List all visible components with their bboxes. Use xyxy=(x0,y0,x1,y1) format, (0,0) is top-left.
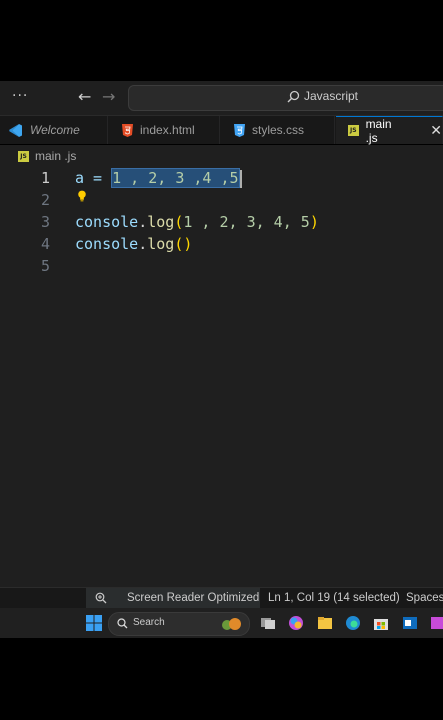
windows-start-icon[interactable] xyxy=(86,615,102,631)
code-editor[interactable]: 1 a = 1 , 2, 3 ,4 ,5 2 3 console.log(1 ,… xyxy=(0,167,443,587)
tab-index-html[interactable]: index.html xyxy=(108,116,220,144)
code-text: console.log(1 , 2, 3, 4, 5) xyxy=(75,211,319,233)
tab-main-js[interactable]: JS main .js ✕ xyxy=(336,116,443,145)
tab-label: styles.css xyxy=(252,123,305,137)
taskbar-search[interactable]: Search xyxy=(108,612,250,636)
css3-icon xyxy=(234,123,245,137)
microsoft-store-icon[interactable] xyxy=(373,615,389,631)
line-number: 1 xyxy=(40,169,50,187)
back-arrow-icon[interactable]: ← xyxy=(78,87,91,106)
close-tab-icon[interactable]: ✕ xyxy=(430,122,442,139)
tab-welcome[interactable]: Welcome xyxy=(0,116,108,144)
windows-taskbar: Search xyxy=(0,608,443,638)
line-number: 3 xyxy=(40,213,50,231)
taskbar-search-label: Search xyxy=(133,617,165,628)
selected-text: 1 , 2, 3 ,4 ,5 xyxy=(111,168,240,188)
code-text: a = 1 , 2, 3 ,4 ,5 xyxy=(75,167,242,189)
var-name: a = xyxy=(75,169,112,187)
code-text: console.log() xyxy=(75,233,192,255)
top-letterbox xyxy=(0,0,443,81)
zoom-icon xyxy=(95,592,107,604)
dot: . xyxy=(138,213,148,231)
console-object: console xyxy=(75,213,139,231)
vscode-logo-icon xyxy=(9,123,22,137)
log-function: log xyxy=(147,235,175,253)
call-args: 1 , 2, 3, 4, 5 xyxy=(183,213,310,231)
code-line-1[interactable]: 1 a = 1 , 2, 3 ,4 ,5 xyxy=(0,167,443,189)
screen-reader-status[interactable]: Screen Reader Optimized xyxy=(86,588,260,609)
code-line-5[interactable]: 5 xyxy=(0,255,443,277)
line-number: 2 xyxy=(40,191,50,209)
command-center-search[interactable]: Javascript xyxy=(128,85,443,111)
editor-tabs: Welcome index.html styles.css JS main .j… xyxy=(0,116,443,145)
text-cursor xyxy=(239,169,242,188)
cursor-position[interactable]: Ln 1, Col 19 (14 selected) xyxy=(268,588,400,609)
lightbulb-icon[interactable] xyxy=(77,189,87,203)
file-explorer-icon[interactable] xyxy=(317,615,333,631)
search-icon xyxy=(287,90,300,102)
tab-label: index.html xyxy=(140,123,195,137)
edge-browser-icon[interactable] xyxy=(345,615,361,631)
outlook-icon[interactable] xyxy=(402,615,418,631)
search-icon xyxy=(117,618,128,629)
js-file-icon: JS xyxy=(348,125,359,136)
close-paren: ) xyxy=(183,235,193,253)
tab-styles-css[interactable]: styles.css xyxy=(220,116,335,144)
js-file-icon: JS xyxy=(18,150,29,162)
status-bar: Screen Reader Optimized Ln 1, Col 19 (14… xyxy=(0,587,443,609)
line-number: 5 xyxy=(40,257,50,275)
app-icon[interactable] xyxy=(430,615,443,631)
close-paren: ) xyxy=(309,213,319,231)
code-line-3[interactable]: 3 console.log(1 , 2, 3, 4, 5) xyxy=(0,211,443,233)
breadcrumb: JS main .js xyxy=(0,145,443,167)
tab-label: Welcome xyxy=(30,123,80,137)
html5-icon xyxy=(122,123,133,137)
code-line-2[interactable]: 2 xyxy=(0,189,443,211)
more-actions-icon[interactable]: ··· xyxy=(12,88,28,104)
search-highlight-icon xyxy=(222,618,241,630)
title-bar: ··· ← → Javascript xyxy=(0,81,443,116)
log-function: log xyxy=(147,213,175,231)
console-object: console xyxy=(75,235,139,253)
breadcrumb-file[interactable]: main .js xyxy=(35,149,76,163)
line-number: 4 xyxy=(40,235,50,253)
dot: . xyxy=(138,235,148,253)
task-view-icon[interactable] xyxy=(260,615,276,631)
indentation-status[interactable]: Spaces: xyxy=(406,588,443,609)
search-text: Javascript xyxy=(304,89,359,103)
forward-arrow-icon[interactable]: → xyxy=(102,87,115,106)
bottom-letterbox xyxy=(0,638,443,720)
code-line-4[interactable]: 4 console.log() xyxy=(0,233,443,255)
tab-label: main .js xyxy=(365,116,392,145)
screen-reader-label: Screen Reader Optimized xyxy=(127,592,260,604)
copilot-icon[interactable] xyxy=(288,615,304,631)
